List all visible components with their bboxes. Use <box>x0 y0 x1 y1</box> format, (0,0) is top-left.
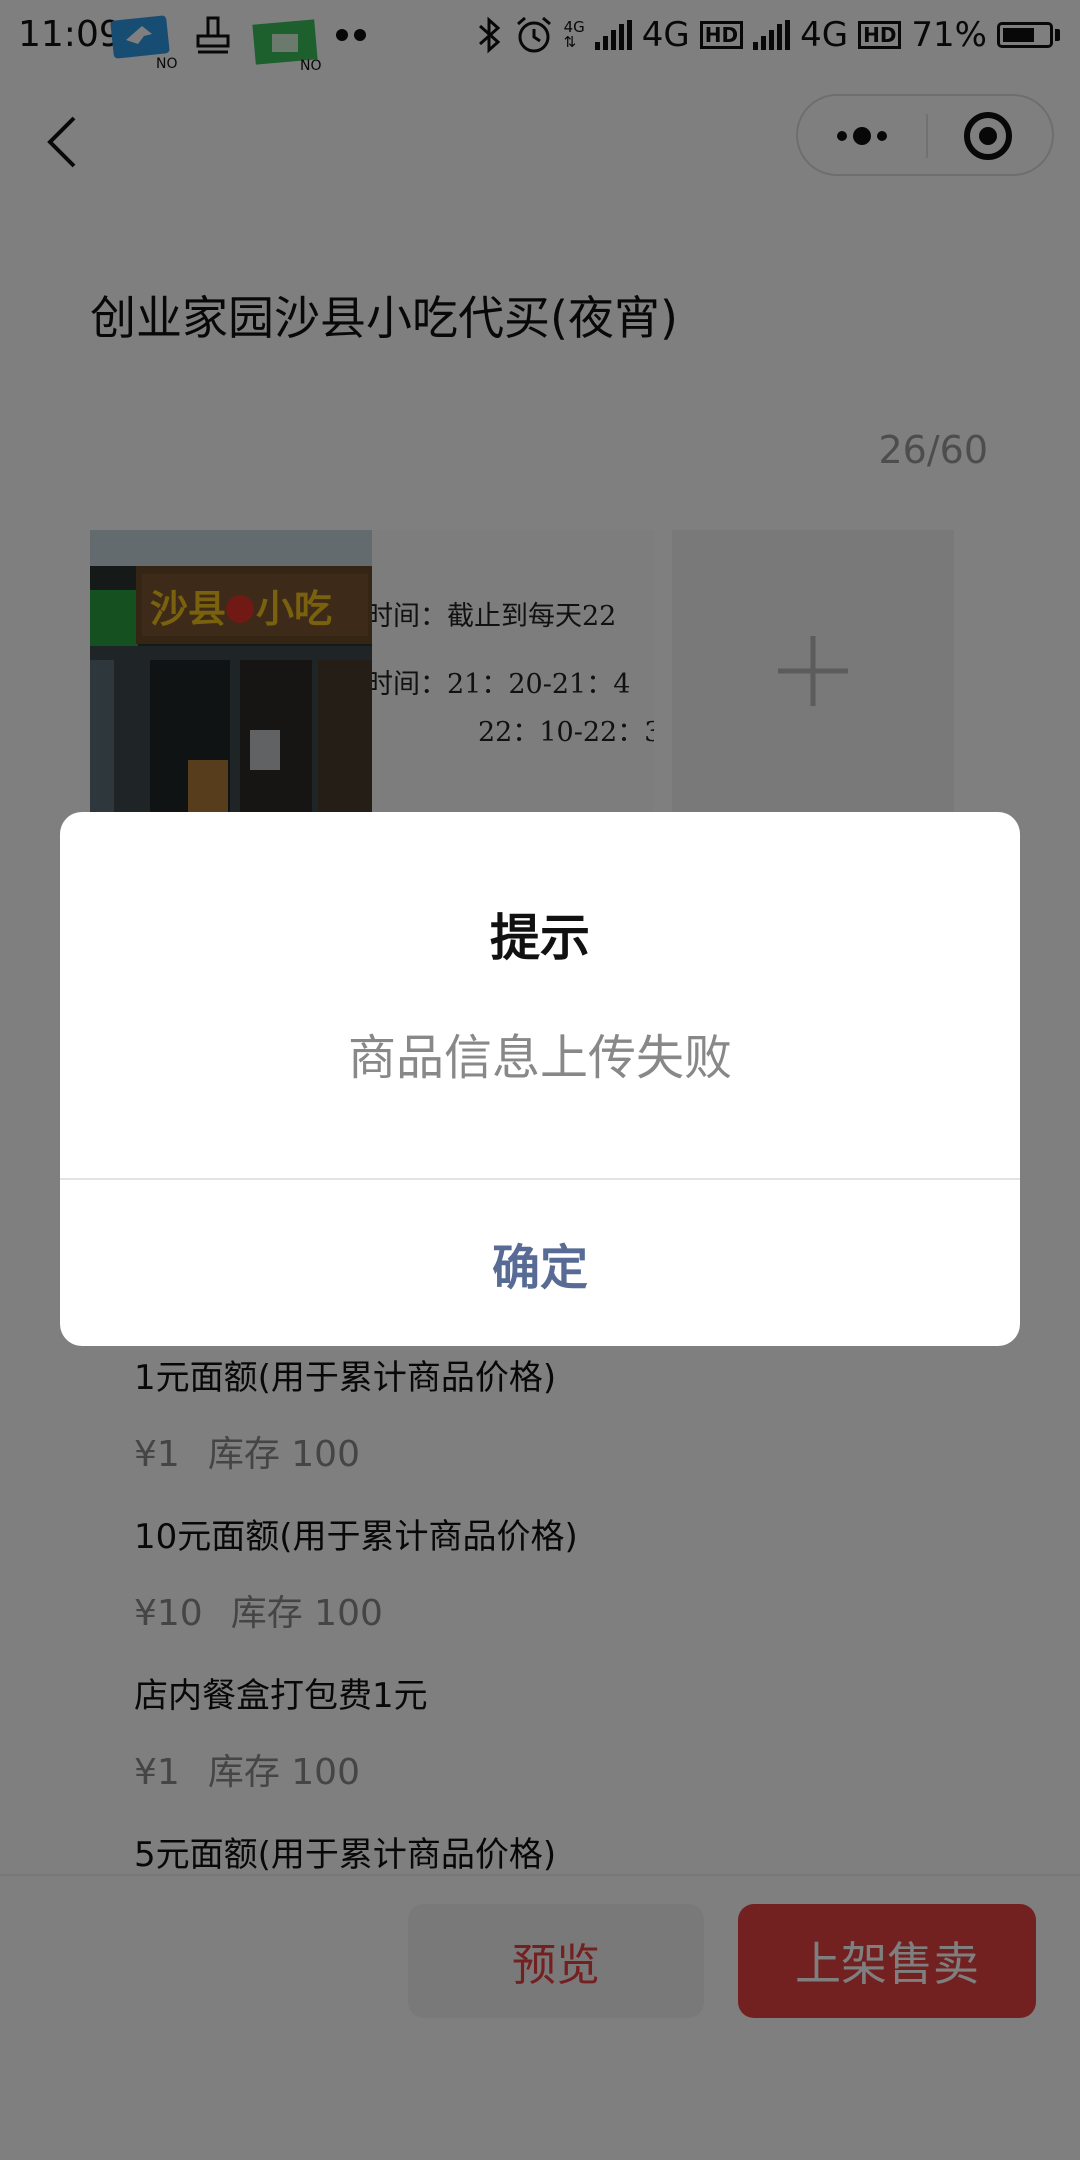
dialog-message: 商品信息上传失败 <box>347 1030 732 1086</box>
dialog-title: 提示 <box>490 909 590 967</box>
alert-dialog: 提示 商品信息上传失败 确定 <box>60 812 1020 1346</box>
confirm-button[interactable]: 确定 <box>60 1180 1020 1346</box>
